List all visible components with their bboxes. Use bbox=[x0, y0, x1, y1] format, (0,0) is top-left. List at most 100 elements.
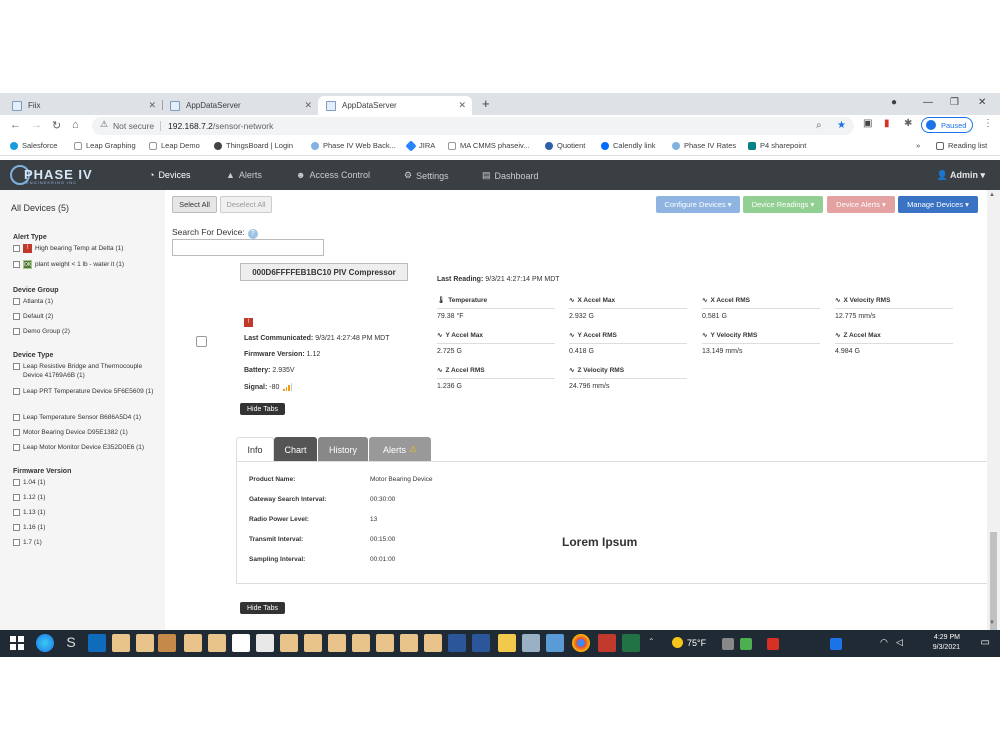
notification-bell-icon[interactable] bbox=[158, 634, 176, 652]
bookmark-calendly[interactable]: Calendly link bbox=[601, 141, 656, 150]
filter-type-5[interactable]: Leap Motor Monitor Device E352D0E6 (1) bbox=[13, 443, 161, 452]
reload-icon[interactable]: ↻ bbox=[52, 119, 61, 132]
tray-icon[interactable] bbox=[767, 638, 779, 650]
volume-icon[interactable]: ◁ bbox=[896, 637, 903, 648]
url-text[interactable]: 192.168.7.2/sensor-network bbox=[168, 121, 273, 131]
device-select-checkbox[interactable] bbox=[196, 336, 207, 347]
hide-tabs-button-bottom[interactable]: Hide Tabs bbox=[240, 602, 285, 614]
filter-type-3[interactable]: Leap Temperature Sensor B686A5D4 (1) bbox=[13, 413, 161, 422]
checkbox[interactable] bbox=[13, 509, 20, 516]
configure-devices-button[interactable]: Configure Devices ▾ bbox=[656, 196, 740, 213]
checkbox[interactable] bbox=[13, 524, 20, 531]
forward-icon[interactable]: → bbox=[31, 119, 42, 131]
edge-icon[interactable] bbox=[36, 634, 54, 652]
checkbox[interactable] bbox=[13, 245, 20, 252]
mail-icon[interactable] bbox=[112, 634, 130, 652]
security-status[interactable]: Not secure bbox=[113, 121, 154, 131]
restore-icon[interactable]: ❐ bbox=[950, 97, 959, 108]
mail-icon[interactable] bbox=[304, 634, 322, 652]
filter-alert-type-2[interactable]: OK plant weight < 1 lb - water it (1) bbox=[13, 260, 161, 269]
nav-access-control[interactable]: ☻ Access Control bbox=[296, 170, 370, 180]
mail-icon[interactable] bbox=[328, 634, 346, 652]
search-input[interactable] bbox=[172, 239, 324, 256]
nav-alerts[interactable]: ▲ Alerts bbox=[226, 170, 262, 180]
kebab-menu-icon[interactable]: ⋮ bbox=[983, 118, 993, 129]
app-icon[interactable]: S bbox=[62, 634, 80, 652]
tray-icon[interactable] bbox=[830, 638, 842, 650]
document-icon[interactable] bbox=[256, 634, 274, 652]
word-icon[interactable] bbox=[472, 634, 490, 652]
checkbox[interactable] bbox=[13, 313, 20, 320]
device-readings-button[interactable]: Device Readings ▾ bbox=[743, 196, 823, 213]
wifi-icon[interactable]: ◠ bbox=[880, 637, 888, 648]
weather-widget[interactable]: 75°F bbox=[672, 637, 706, 648]
browser-tab-fiix[interactable]: Fiix ✕ bbox=[4, 96, 162, 115]
filter-type-2[interactable]: Leap PRT Temperature Device 5F6E5609 (1) bbox=[13, 387, 161, 396]
bookmark-leap-demo[interactable]: Leap Demo bbox=[149, 141, 200, 150]
zoom-icon[interactable]: ⌕ bbox=[816, 120, 822, 131]
help-icon[interactable]: ? bbox=[247, 229, 258, 239]
notifications-icon[interactable]: ▭ bbox=[981, 637, 990, 648]
address-bar[interactable]: ⚠ Not secure 192.168.7.2/sensor-network … bbox=[92, 117, 854, 135]
bookmark-salesforce[interactable]: Salesforce bbox=[10, 141, 57, 150]
browser-tab-appdataserver-2[interactable]: AppDataServer ✕ bbox=[318, 96, 472, 115]
mail-icon[interactable] bbox=[208, 634, 226, 652]
filter-type-4[interactable]: Motor Bearing Device D95E1382 (1) bbox=[13, 428, 161, 437]
window-close-icon[interactable]: ✕ bbox=[978, 97, 986, 108]
mail-icon[interactable] bbox=[400, 634, 418, 652]
tab-alerts[interactable]: Alerts ⚠ bbox=[369, 437, 431, 462]
checkbox[interactable] bbox=[13, 363, 20, 370]
extensions-puzzle-icon[interactable]: ✱ bbox=[904, 118, 912, 129]
windows-start-icon[interactable] bbox=[8, 634, 26, 652]
device-name-button[interactable]: 000D6FFFFEB1BC10 PIV Compressor bbox=[240, 263, 408, 281]
checkbox[interactable] bbox=[13, 328, 20, 335]
checkbox[interactable] bbox=[13, 479, 20, 486]
more-bookmarks-button[interactable]: » bbox=[916, 141, 920, 150]
home-icon[interactable]: ⌂ bbox=[72, 119, 79, 131]
checkbox[interactable] bbox=[13, 298, 20, 305]
new-tab-button[interactable]: + bbox=[482, 96, 490, 111]
mail-icon[interactable] bbox=[376, 634, 394, 652]
close-icon[interactable]: ✕ bbox=[304, 100, 312, 111]
manage-devices-button[interactable]: Manage Devices ▾ bbox=[898, 196, 978, 213]
app-icon[interactable] bbox=[546, 634, 564, 652]
extension-cast-icon[interactable]: ▣ bbox=[863, 118, 872, 129]
page-scrollbar[interactable]: ▲ ▼ bbox=[987, 190, 1000, 657]
admin-menu[interactable]: 👤 Admin ▾ bbox=[937, 170, 985, 181]
deselect-all-button[interactable]: Deselect All bbox=[220, 196, 272, 213]
hide-tabs-button[interactable]: Hide Tabs bbox=[240, 403, 285, 415]
mail-icon[interactable] bbox=[352, 634, 370, 652]
bookmark-ma-cmms[interactable]: MA CMMS phaseiv... bbox=[448, 141, 529, 150]
mail-icon[interactable] bbox=[184, 634, 202, 652]
tab-info[interactable]: Info bbox=[236, 437, 274, 462]
tab-history[interactable]: History bbox=[318, 437, 368, 462]
browser-tab-appdataserver-1[interactable]: AppDataServer ✕ bbox=[162, 96, 318, 115]
mail-icon[interactable] bbox=[136, 634, 154, 652]
tray-icon[interactable] bbox=[722, 638, 734, 650]
nav-devices[interactable]: ◔ Devices bbox=[149, 170, 190, 180]
filter-group-atlanta[interactable]: Atlanta (1) bbox=[13, 297, 161, 306]
filter-fw-3[interactable]: 1.13 (1) bbox=[13, 508, 161, 517]
filter-fw-1[interactable]: 1.04 (1) bbox=[13, 478, 161, 487]
checkbox[interactable] bbox=[13, 444, 20, 451]
nav-dashboard[interactable]: ▤ Dashboard bbox=[482, 170, 539, 181]
bookmark-jira[interactable]: JIRA bbox=[405, 139, 435, 152]
all-devices-title[interactable]: All Devices (5) bbox=[11, 203, 69, 213]
checkbox[interactable] bbox=[13, 261, 20, 268]
app-icon[interactable] bbox=[598, 634, 616, 652]
profile-paused-button[interactable]: Paused bbox=[921, 117, 973, 133]
filter-alert-type-1[interactable]: ! High bearing Temp at Delta (1) bbox=[13, 244, 161, 253]
select-all-button[interactable]: Select All bbox=[172, 196, 217, 213]
device-alert-icon[interactable]: ! bbox=[244, 318, 253, 327]
chevron-up-icon[interactable]: ⌃ bbox=[648, 637, 655, 646]
warning-icon[interactable]: ⚠ bbox=[100, 119, 108, 130]
tray-icon[interactable] bbox=[740, 638, 752, 650]
tab-chart[interactable]: Chart bbox=[274, 437, 317, 462]
bookmark-p4-sharepoint[interactable]: P4 sharepoint bbox=[748, 141, 806, 150]
outlook-icon[interactable] bbox=[88, 634, 106, 652]
filter-fw-5[interactable]: 1.7 (1) bbox=[13, 538, 161, 547]
bookmark-leap-graphing[interactable]: Leap Graphing bbox=[74, 141, 136, 150]
filter-fw-4[interactable]: 1.16 (1) bbox=[13, 523, 161, 532]
close-icon[interactable]: ✕ bbox=[458, 100, 466, 111]
scroll-up-icon[interactable]: ▲ bbox=[989, 192, 995, 198]
